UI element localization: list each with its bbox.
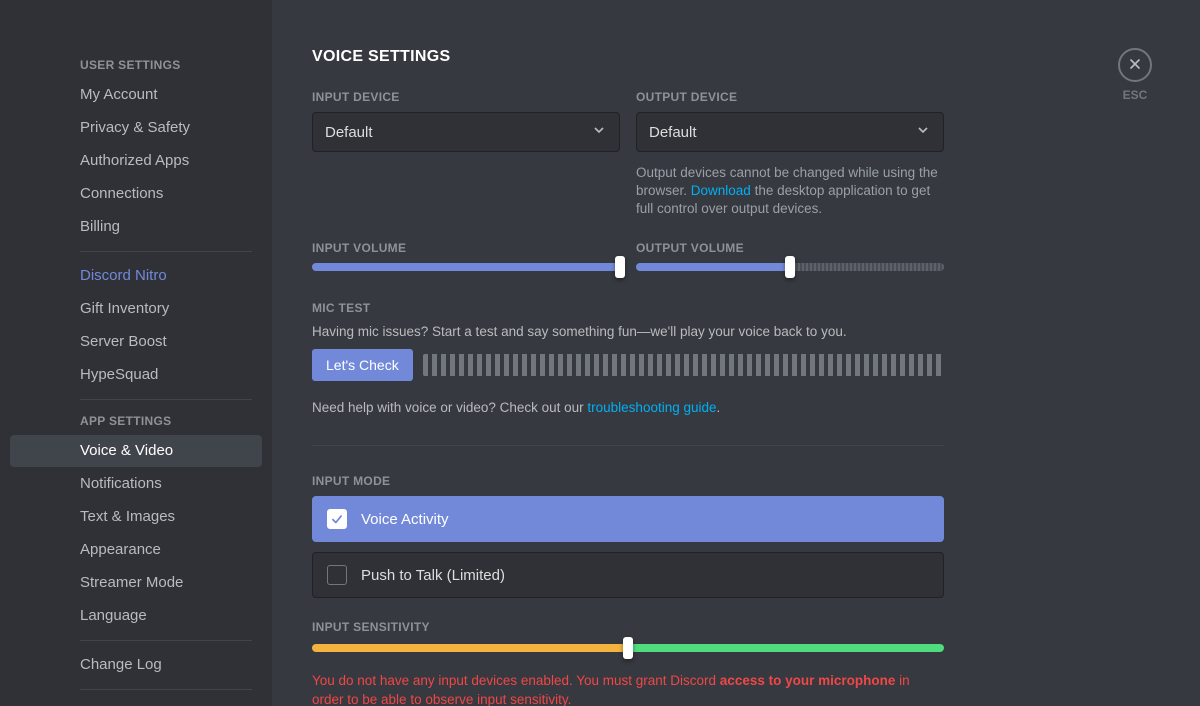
output-device-select[interactable]: Default [636, 112, 944, 152]
input-mode-voice-activity[interactable]: Voice Activity [312, 496, 944, 542]
chevron-down-icon [915, 122, 931, 142]
output-device-value: Default [649, 124, 697, 141]
input-sensitivity-label: INPUT SENSITIVITY [312, 620, 944, 634]
input-mode-push-to-talk[interactable]: Push to Talk (Limited) [312, 552, 944, 598]
input-device-select[interactable]: Default [312, 112, 620, 152]
page-title: VOICE SETTINGS [312, 48, 944, 66]
sidebar-item-gift-inventory[interactable]: Gift Inventory [10, 293, 262, 325]
mic-level-meter [423, 354, 944, 376]
input-mode-label: INPUT MODE [312, 474, 944, 488]
input-volume-label: INPUT VOLUME [312, 241, 620, 255]
esc-label: ESC [1123, 88, 1148, 102]
sidebar-item-language[interactable]: Language [10, 600, 262, 632]
sidebar-item-voice-video[interactable]: Voice & Video [10, 435, 262, 467]
sidebar-item-text-images[interactable]: Text & Images [10, 501, 262, 533]
sidebar-separator [80, 251, 252, 252]
sidebar-item-hypesquad[interactable]: HypeSquad [10, 359, 262, 391]
slider-thumb[interactable] [785, 256, 795, 278]
sidebar-header-user-settings: USER SETTINGS [10, 52, 262, 78]
mic-test-label: MIC TEST [312, 301, 944, 315]
sidebar-item-privacy-safety[interactable]: Privacy & Safety [10, 112, 262, 144]
no-input-device-warning: You do not have any input devices enable… [312, 672, 944, 706]
chevron-down-icon [591, 122, 607, 142]
sidebar-item-connections[interactable]: Connections [10, 178, 262, 210]
sidebar-item-my-account[interactable]: My Account [10, 79, 262, 111]
input-device-value: Default [325, 124, 373, 141]
input-mode-option-label: Push to Talk (Limited) [361, 567, 505, 584]
output-device-hint: Output devices cannot be changed while u… [636, 164, 944, 219]
sidebar-item-notifications[interactable]: Notifications [10, 468, 262, 500]
sidebar-item-discord-nitro[interactable]: Discord Nitro [10, 260, 262, 292]
output-volume-label: OUTPUT VOLUME [636, 241, 944, 255]
input-sensitivity-slider[interactable] [312, 644, 944, 652]
troubleshooting-link[interactable]: troubleshooting guide [587, 400, 716, 415]
lets-check-button[interactable]: Let's Check [312, 349, 413, 381]
sidebar-separator [80, 640, 252, 641]
sidebar-header-app-settings: APP SETTINGS [10, 408, 262, 434]
input-volume-slider[interactable] [312, 263, 620, 271]
checkbox-icon [327, 565, 347, 585]
input-mode-option-label: Voice Activity [361, 511, 449, 528]
sidebar-item-billing[interactable]: Billing [10, 211, 262, 243]
sidebar-separator [80, 689, 252, 690]
sidebar-item-server-boost[interactable]: Server Boost [10, 326, 262, 358]
output-device-label: OUTPUT DEVICE [636, 90, 944, 104]
sidebar-item-appearance[interactable]: Appearance [10, 534, 262, 566]
sidebar-separator [80, 399, 252, 400]
slider-thumb[interactable] [615, 256, 625, 278]
troubleshoot-hint: Need help with voice or video? Check out… [312, 399, 944, 417]
checkbox-icon [327, 509, 347, 529]
slider-thumb[interactable] [623, 637, 633, 659]
sidebar-item-change-log[interactable]: Change Log [10, 649, 262, 681]
mic-test-desc: Having mic issues? Start a test and say … [312, 323, 944, 341]
settings-sidebar: USER SETTINGS My Account Privacy & Safet… [0, 0, 272, 706]
sidebar-item-streamer-mode[interactable]: Streamer Mode [10, 567, 262, 599]
section-divider [312, 445, 944, 446]
close-icon [1127, 56, 1143, 75]
main-content: ESC VOICE SETTINGS INPUT DEVICE Default … [272, 0, 1200, 706]
download-link[interactable]: Download [691, 183, 751, 198]
close-button[interactable] [1118, 48, 1152, 82]
sidebar-item-log-out[interactable]: Log Out [10, 698, 262, 706]
output-volume-slider[interactable] [636, 263, 944, 271]
input-device-label: INPUT DEVICE [312, 90, 620, 104]
sidebar-item-authorized-apps[interactable]: Authorized Apps [10, 145, 262, 177]
